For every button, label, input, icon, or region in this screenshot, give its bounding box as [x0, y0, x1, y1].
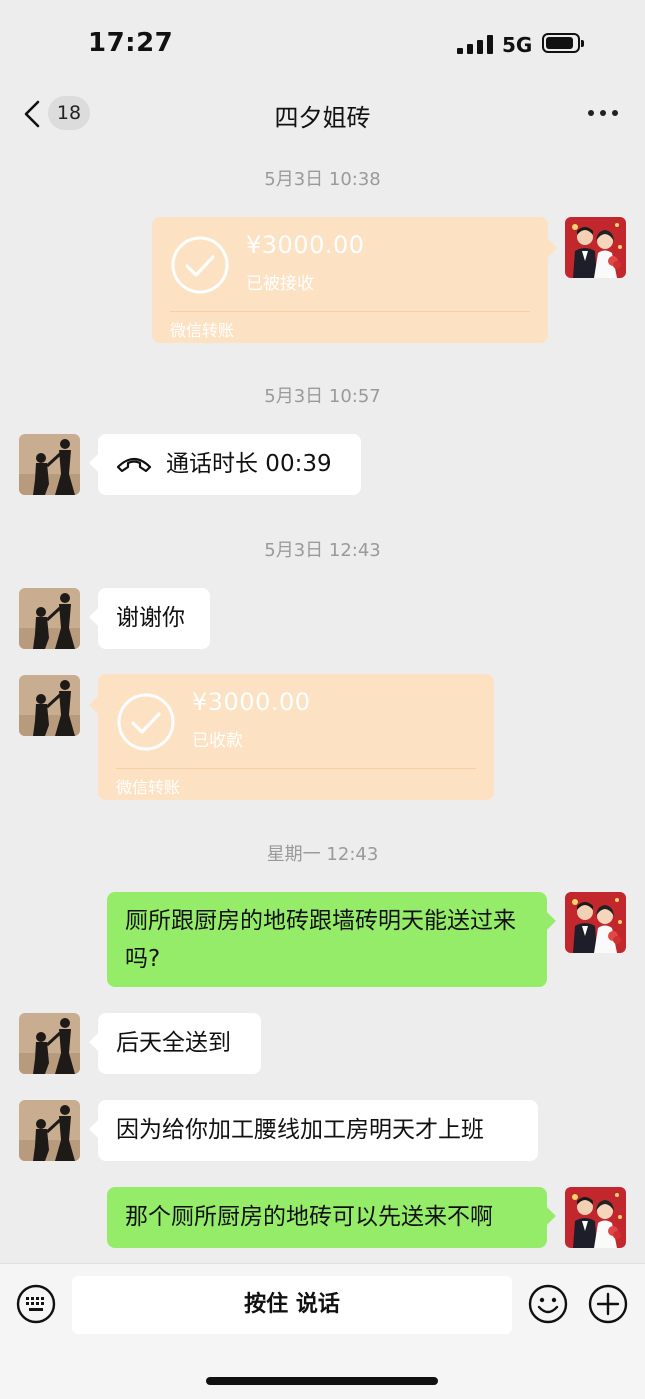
- signal-icon: [457, 34, 493, 54]
- divider: [116, 768, 476, 769]
- my-avatar[interactable]: [565, 892, 626, 953]
- timestamp: 5月3日 10:57: [264, 386, 381, 407]
- emoji-icon[interactable]: [528, 1284, 568, 1324]
- timestamp: 星期一 12:43: [266, 844, 379, 865]
- wedding-couple-icon: [565, 217, 626, 278]
- keyboard-toggle-icon[interactable]: [16, 1284, 56, 1324]
- my-avatar[interactable]: [565, 1187, 626, 1248]
- message-text: 谢谢你: [116, 605, 185, 631]
- transfer-amount: ¥3000.00: [192, 688, 311, 716]
- wedding-couple-icon: [565, 1187, 626, 1248]
- silhouette-photo-icon: [19, 1013, 80, 1074]
- silhouette-photo-icon: [19, 588, 80, 649]
- silhouette-photo-icon: [19, 675, 80, 736]
- phone-handset-icon: [116, 457, 152, 473]
- check-circle-icon: [117, 693, 175, 751]
- plus-icon[interactable]: [588, 1284, 628, 1324]
- timestamp: 5月3日 12:43: [264, 540, 381, 561]
- hold-to-talk-button[interactable]: 按住 说话: [72, 1276, 512, 1334]
- message-bubble-sent[interactable]: 那个厕所厨房的地砖可以先送来不啊: [107, 1187, 556, 1248]
- chat-title: 四夕姐砖: [274, 104, 371, 132]
- chat-header: 18 四夕姐砖: [0, 90, 645, 148]
- call-record-bubble[interactable]: 通话时长 00:39: [89, 434, 361, 495]
- status-bar: 17:27 5G: [0, 0, 645, 90]
- message-text: 后天全送到: [116, 1030, 231, 1056]
- transfer-label: 微信转账: [116, 778, 181, 797]
- more-options-icon[interactable]: [586, 110, 622, 118]
- status-time: 17:27: [88, 28, 174, 58]
- check-circle-icon: [171, 236, 229, 294]
- silhouette-photo-icon: [19, 1100, 80, 1161]
- my-avatar[interactable]: [565, 217, 626, 278]
- message-text: 因为给你加工腰线加工房明天才上班: [116, 1117, 484, 1143]
- wedding-couple-icon: [565, 892, 626, 953]
- call-duration-text: 通话时长 00:39: [166, 451, 332, 477]
- message-text: 厕所跟厨房的地砖跟墙砖明天能送过来吗?: [125, 908, 516, 972]
- contact-avatar[interactable]: [19, 1013, 80, 1074]
- contact-avatar[interactable]: [19, 1100, 80, 1161]
- silhouette-photo-icon: [19, 434, 80, 495]
- timestamp: 5月3日 10:38: [264, 169, 381, 190]
- transfer-card-sent[interactable]: ¥3000.00 已被接收 微信转账: [152, 217, 557, 343]
- transfer-status: 已被接收: [246, 274, 314, 294]
- contact-avatar[interactable]: [19, 675, 80, 736]
- transfer-label: 微信转账: [170, 321, 235, 340]
- message-bubble-received[interactable]: 因为给你加工腰线加工房明天才上班: [89, 1100, 538, 1161]
- message-bubble-received[interactable]: 谢谢你: [89, 588, 210, 649]
- network-label: 5G: [502, 33, 533, 57]
- transfer-card-received[interactable]: ¥3000.00 已收款 微信转账: [89, 674, 494, 800]
- message-text: 那个厕所厨房的地砖可以先送来不啊: [125, 1204, 493, 1230]
- transfer-amount: ¥3000.00: [246, 231, 365, 259]
- divider: [170, 311, 530, 312]
- contact-avatar[interactable]: [19, 588, 80, 649]
- contact-avatar[interactable]: [19, 434, 80, 495]
- message-bubble-sent[interactable]: 厕所跟厨房的地砖跟墙砖明天能送过来吗?: [107, 892, 556, 987]
- battery-icon: [542, 33, 584, 53]
- message-bubble-received[interactable]: 后天全送到: [89, 1013, 261, 1074]
- home-indicator: [206, 1377, 438, 1385]
- transfer-status: 已收款: [192, 731, 243, 751]
